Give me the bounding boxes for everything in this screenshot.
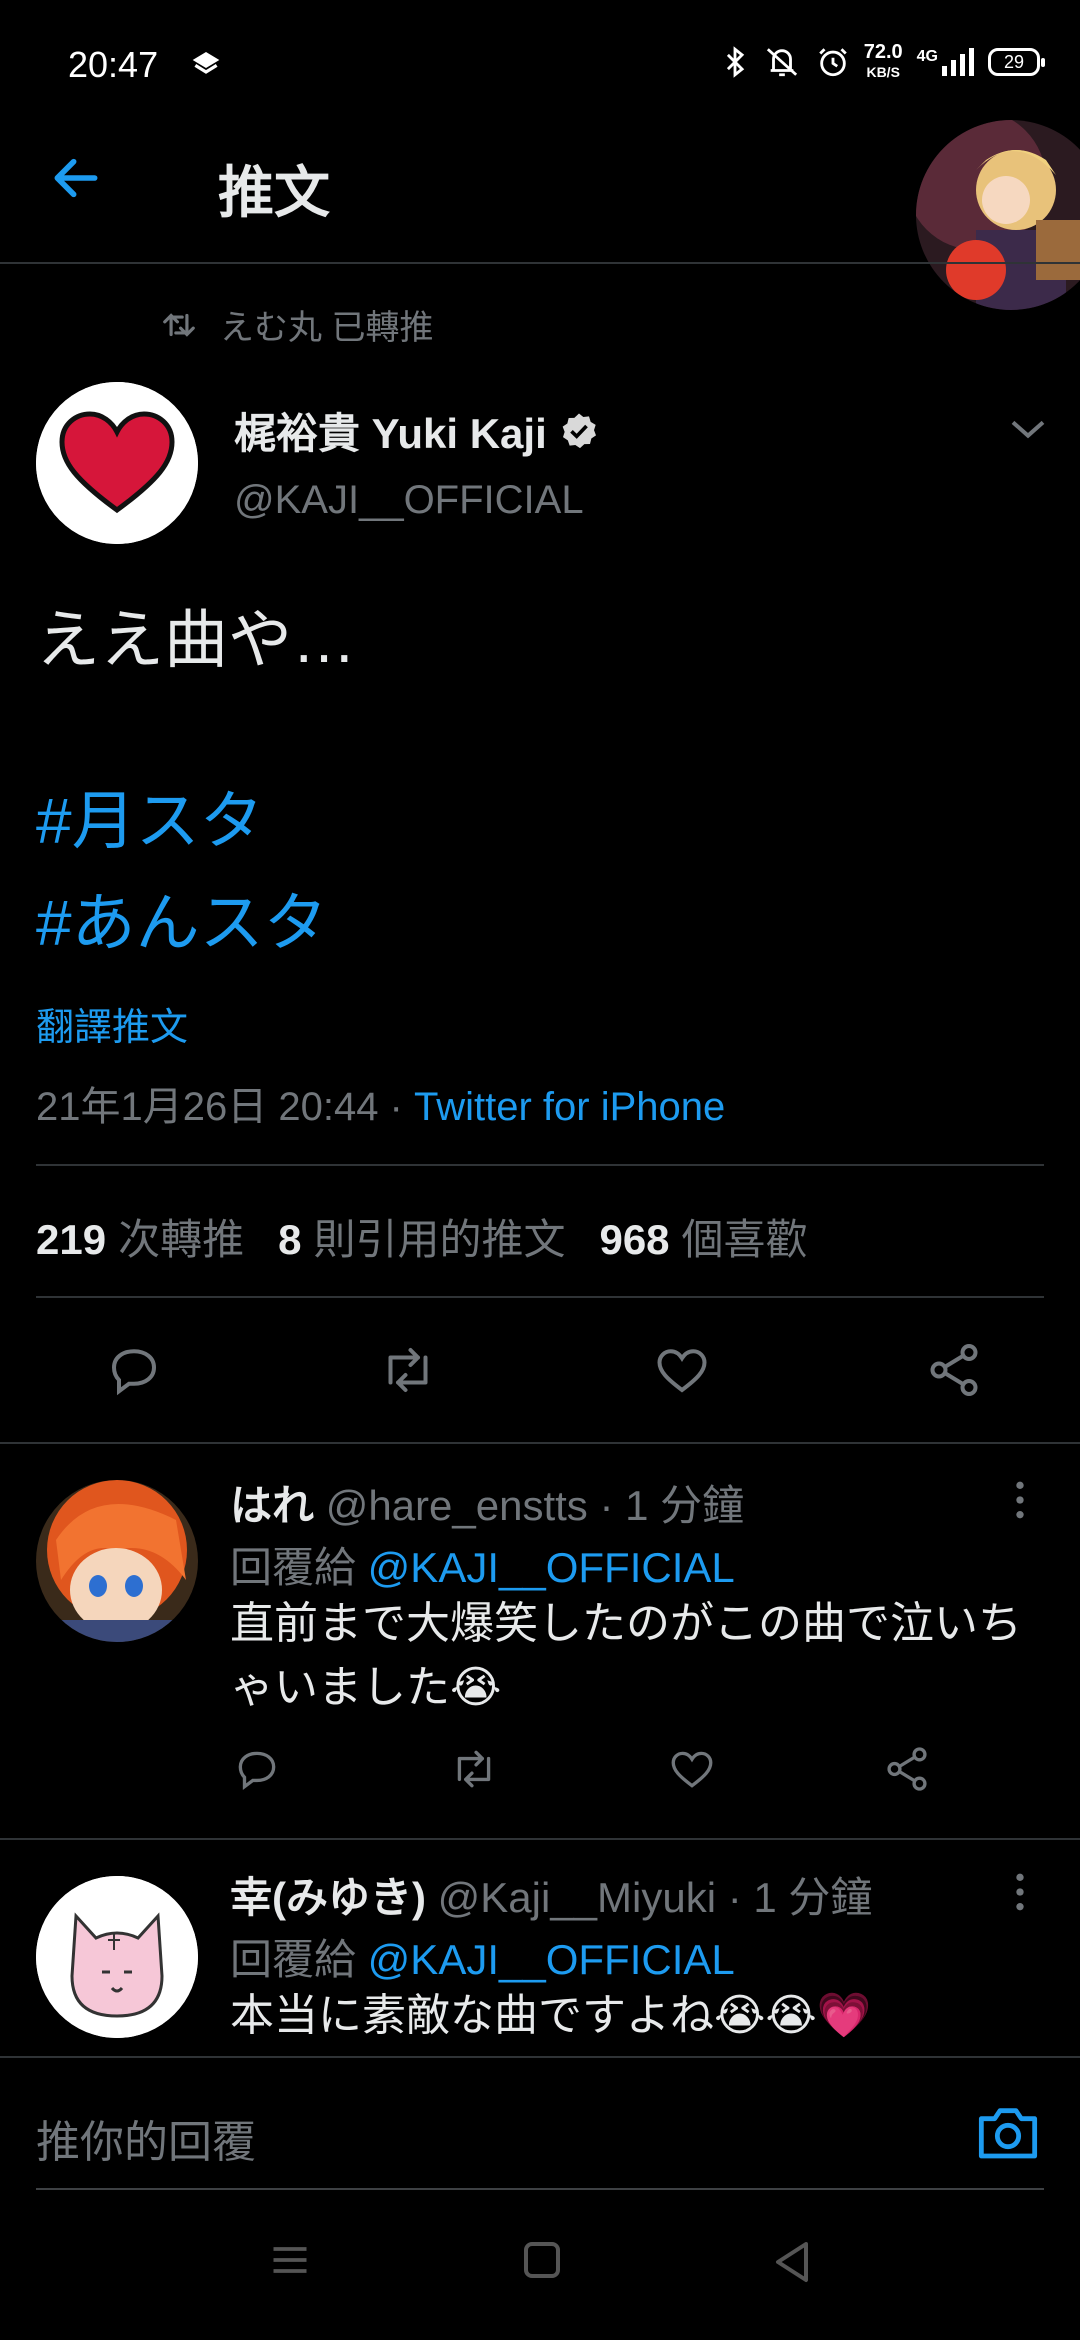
tweet-timestamp: 21年1月26日 20:44 · bbox=[36, 1085, 414, 1129]
tweet-meta: 21年1月26日 20:44 · Twitter for iPhone bbox=[36, 1074, 725, 1132]
reply-text: 本当に素敵な曲ですよね😭😭💗 bbox=[230, 1991, 872, 2040]
reply-to-handle[interactable]: @KAJI__OFFICIAL bbox=[368, 1544, 735, 1591]
share-button[interactable] bbox=[882, 1744, 932, 1794]
retweet-button[interactable] bbox=[376, 1340, 440, 1400]
share-icon bbox=[930, 1344, 978, 1396]
back-button[interactable] bbox=[48, 150, 118, 210]
author-avatar[interactable] bbox=[36, 382, 198, 544]
quote-stat[interactable]: 8 則引用的推文 bbox=[278, 1206, 565, 1267]
reply-icon bbox=[238, 1751, 276, 1791]
tweet-actions bbox=[104, 1340, 984, 1400]
reply-more-button[interactable] bbox=[1012, 1478, 1028, 1522]
hashtag-link[interactable]: #あんスタ bbox=[36, 872, 328, 964]
camera-icon bbox=[978, 2108, 1038, 2159]
reply-item[interactable]: はれ @hare_enstts · 1 分鐘 回覆給 @KAJI__OFFICI… bbox=[0, 1444, 1080, 1836]
retweet-stat[interactable]: 219 次轉推 bbox=[36, 1206, 244, 1267]
home-icon[interactable] bbox=[522, 2240, 562, 2280]
menu-icon[interactable] bbox=[268, 2240, 312, 2280]
verified-icon bbox=[562, 413, 596, 448]
reply-time: · 1 分鐘 bbox=[587, 1482, 745, 1529]
like-icon bbox=[657, 1349, 707, 1393]
author-handle[interactable]: @KAJI__OFFICIAL bbox=[234, 478, 584, 523]
retweet-context-label: えむ丸 已轉推 bbox=[220, 309, 434, 347]
reply-button[interactable] bbox=[104, 1340, 164, 1400]
retweet-button[interactable] bbox=[447, 1744, 501, 1794]
back-icon[interactable] bbox=[772, 2240, 812, 2284]
like-stat[interactable]: 968 個喜歡 bbox=[599, 1206, 807, 1267]
hashtag-link[interactable]: #月スタ bbox=[36, 770, 264, 862]
reply-time: · 1 分鐘 bbox=[716, 1874, 873, 1921]
retweet-icon bbox=[388, 1348, 428, 1392]
status-icons: 72.0 KB/S 4G 29 bbox=[722, 41, 1045, 82]
reply-author-name[interactable]: 幸(みゆき) bbox=[230, 1874, 426, 1921]
author-name[interactable]: 梶裕貴 Yuki Kaji bbox=[234, 400, 599, 461]
reply-to-line: 回覆給 @KAJI__OFFICIAL bbox=[230, 1544, 735, 1591]
like-icon bbox=[671, 1751, 713, 1788]
reply-icon bbox=[111, 1349, 157, 1396]
tweet-options-button[interactable] bbox=[1008, 414, 1048, 444]
reply-avatar[interactable] bbox=[36, 1876, 198, 2038]
signal-icon: 4G bbox=[917, 48, 974, 76]
reply-author-handle[interactable]: @Kaji__Miyuki bbox=[438, 1874, 716, 1921]
status-time: 20:47 bbox=[68, 44, 159, 85]
back-arrow-icon bbox=[54, 158, 98, 198]
reply-input[interactable]: 推你的回覆 bbox=[36, 2106, 256, 2170]
reply-avatar[interactable] bbox=[36, 1480, 198, 1642]
reply-author-handle[interactable]: @hare_enstts bbox=[326, 1482, 588, 1529]
composer-underline bbox=[36, 2188, 1044, 2190]
like-button[interactable] bbox=[667, 1744, 717, 1794]
share-icon bbox=[887, 1747, 927, 1791]
retweet-icon bbox=[163, 312, 195, 337]
floating-avatar[interactable] bbox=[916, 120, 1080, 310]
like-button[interactable] bbox=[652, 1340, 712, 1400]
battery-indicator: 29 bbox=[988, 48, 1045, 76]
net-speed: 72.0 KB/S bbox=[863, 41, 903, 80]
reply-button[interactable] bbox=[232, 1744, 282, 1794]
reply-actions bbox=[232, 1744, 932, 1794]
tweet-text: ええ曲や… bbox=[36, 604, 356, 676]
translate-link[interactable]: 翻譯推文 bbox=[36, 996, 188, 1051]
reply-author-name[interactable]: はれ bbox=[230, 1482, 314, 1529]
share-button[interactable] bbox=[924, 1340, 984, 1400]
stats-divider bbox=[36, 1296, 1044, 1298]
tweet-source-link[interactable]: Twitter for iPhone bbox=[414, 1085, 725, 1129]
reply-text: 直前まで大爆笑したのがこの曲で泣いちゃいました😭 bbox=[230, 1599, 1022, 1712]
alarm-icon bbox=[818, 48, 847, 77]
bluetooth-icon bbox=[726, 46, 744, 78]
retweet-context: えむ丸 已轉推 bbox=[160, 300, 433, 349]
page-title: 推文 bbox=[218, 161, 330, 224]
tweet-stats: 219 次轉推 8 則引用的推文 968 個喜歡 bbox=[36, 1206, 808, 1267]
reply-to-line: 回覆給 @KAJI__OFFICIAL bbox=[230, 1936, 735, 1983]
camera-button[interactable] bbox=[976, 2102, 1040, 2162]
chevron-down-icon bbox=[1011, 420, 1045, 439]
reply-item[interactable]: 幸(みゆき) @Kaji__Miyuki · 1 分鐘 回覆給 @KAJI__O… bbox=[0, 1840, 1080, 2056]
layers-icon bbox=[190, 48, 222, 80]
retweet-icon bbox=[458, 1750, 491, 1788]
meta-divider bbox=[36, 1164, 1044, 1166]
mute-bell-icon bbox=[766, 48, 797, 77]
more-icon bbox=[1016, 1481, 1024, 1519]
reply-more-button[interactable] bbox=[1012, 1870, 1028, 1914]
system-nav-bar bbox=[0, 2240, 1080, 2284]
more-icon bbox=[1016, 1873, 1024, 1911]
reply-to-handle[interactable]: @KAJI__OFFICIAL bbox=[368, 1936, 735, 1983]
header-divider bbox=[0, 262, 1080, 264]
